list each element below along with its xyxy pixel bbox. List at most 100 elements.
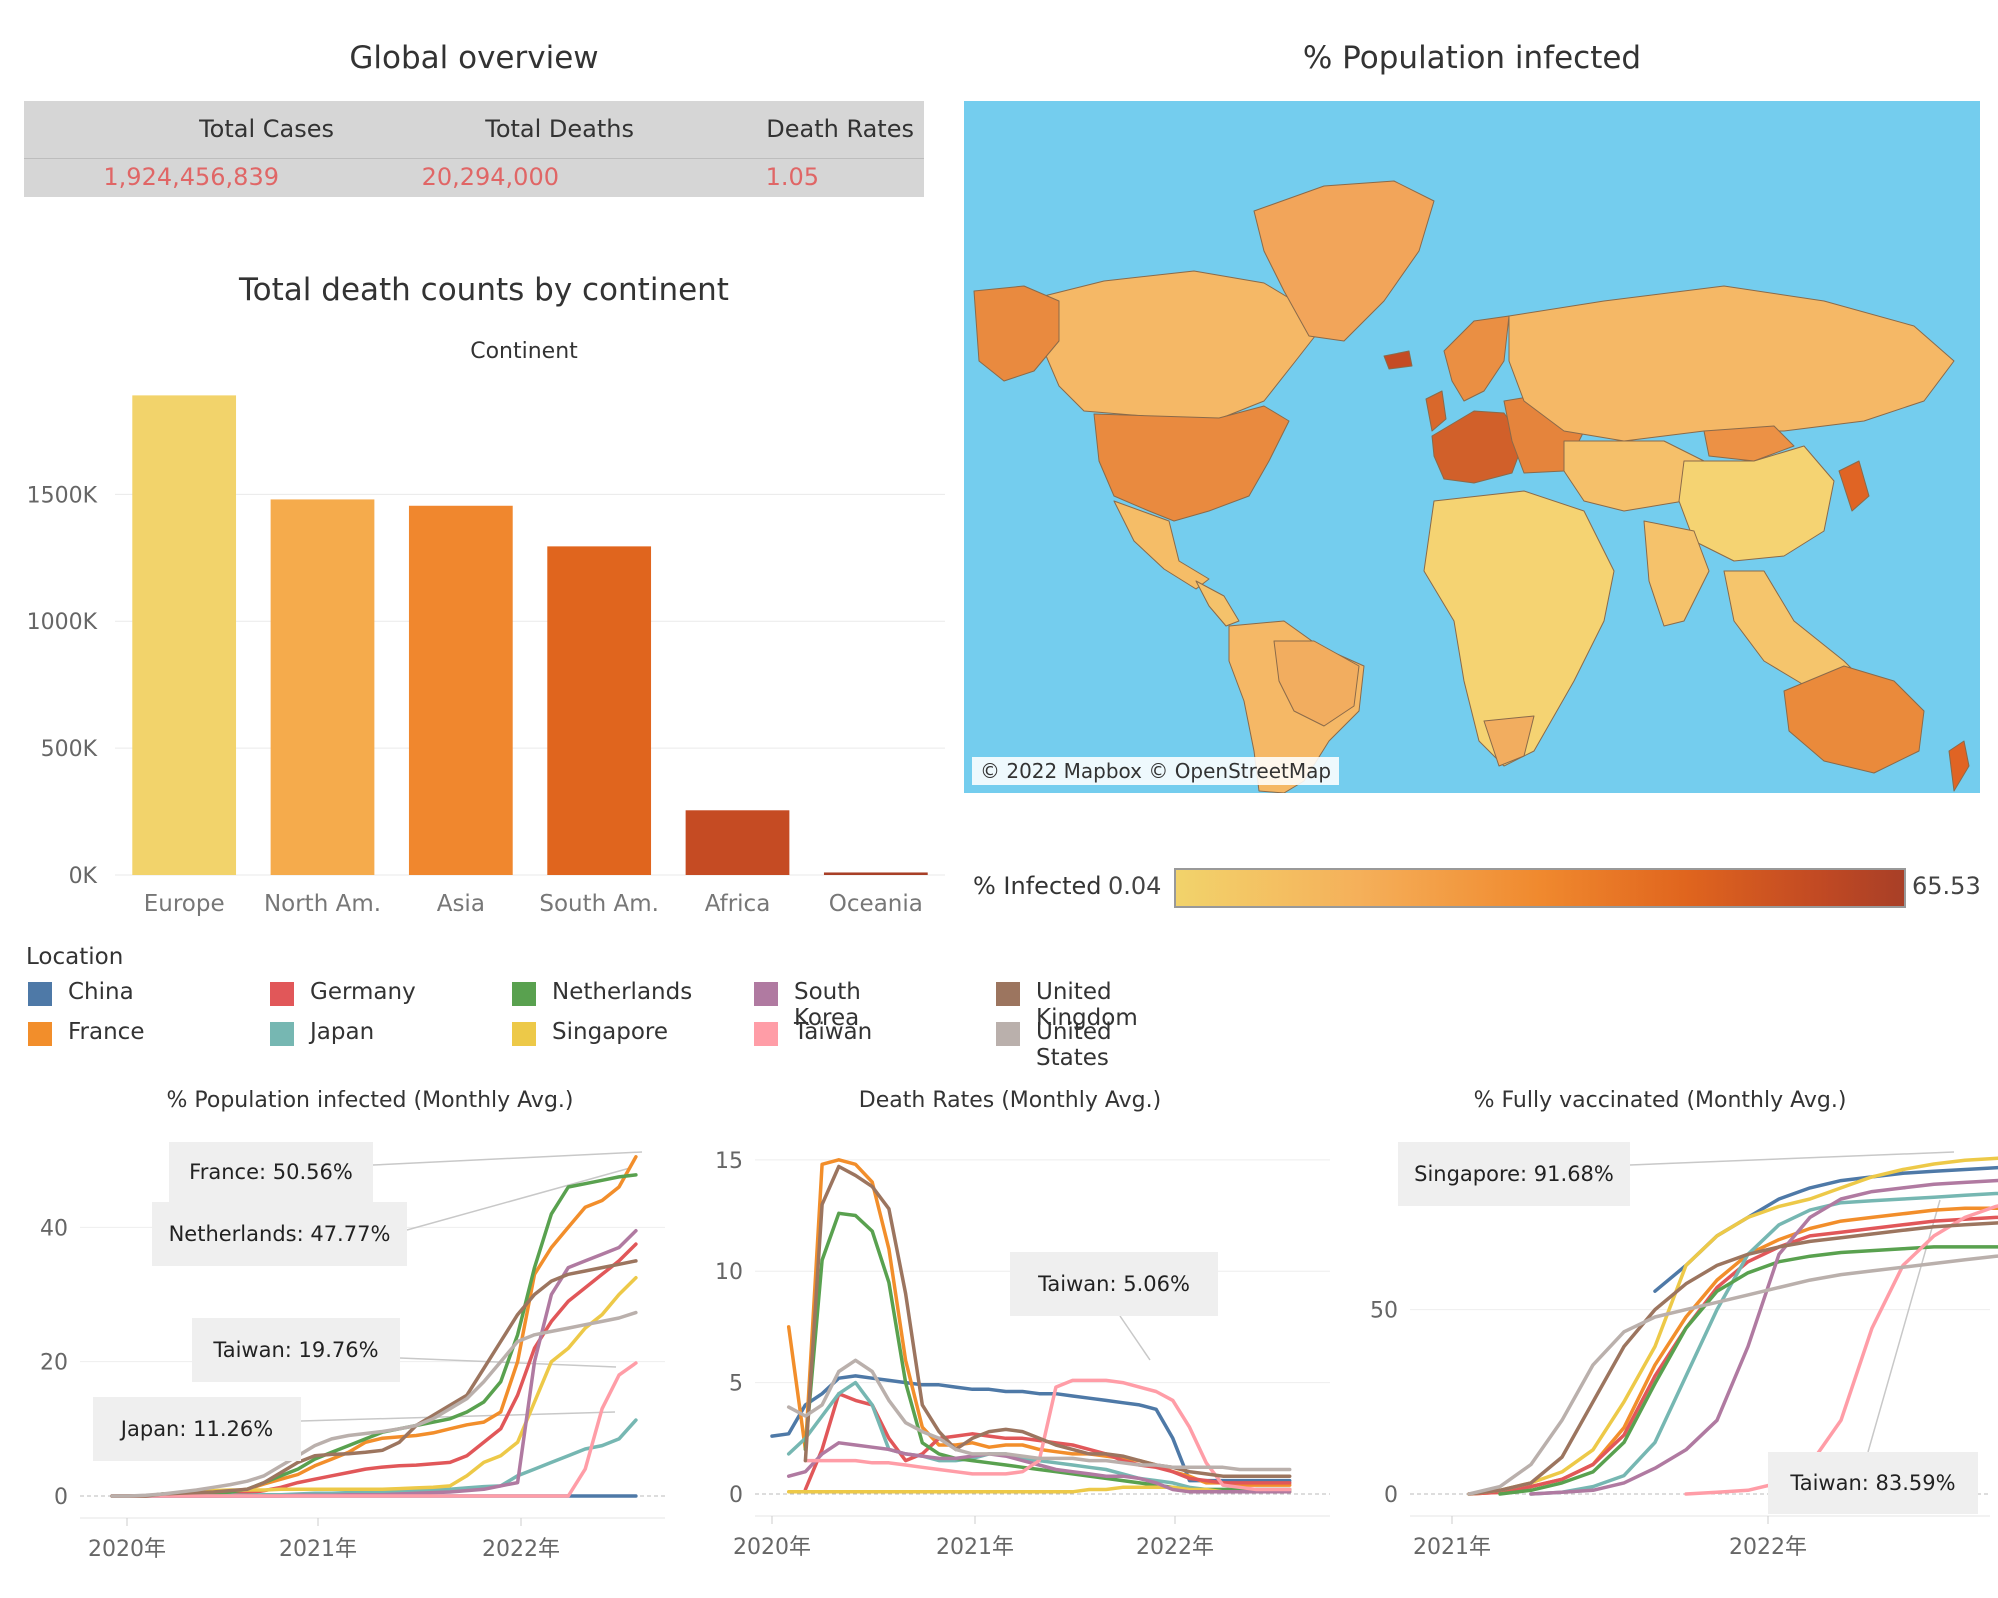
map-australia bbox=[1783, 665, 1925, 774]
annotation-japan: Japan: 11.26% bbox=[93, 1397, 301, 1461]
y-tick-label: 0 bbox=[1384, 1483, 1398, 1508]
map-credit[interactable]: © 2022 Mapbox © OpenStreetMap bbox=[972, 757, 1340, 785]
infected-gradient-bar bbox=[1174, 868, 1906, 908]
death-rates-value: 1.05 bbox=[765, 163, 819, 191]
y-tick-label: 40 bbox=[40, 1216, 68, 1241]
overview-title: Global overview bbox=[349, 40, 599, 76]
annotation-taiwan-death: Taiwan: 5.06% bbox=[1010, 1252, 1218, 1316]
total-deaths-header: Total Deaths bbox=[485, 115, 634, 143]
bar-x-axis-label: Continent bbox=[470, 339, 578, 364]
legend-label-germany[interactable]: Germany bbox=[310, 979, 416, 1005]
map-iceland bbox=[1383, 350, 1413, 370]
map-south-africa bbox=[1483, 715, 1535, 767]
total-cases-header: Total Cases bbox=[199, 115, 334, 143]
vaccinated-chart-title: % Fully vaccinated (Monthly Avg.) bbox=[1473, 1088, 1847, 1113]
bar-y-tick-label: 1000K bbox=[27, 610, 98, 635]
legend-swatch-united-states[interactable] bbox=[996, 1022, 1020, 1046]
legend-swatch-japan[interactable] bbox=[270, 1022, 294, 1046]
legend-swatch-taiwan[interactable] bbox=[754, 1022, 778, 1046]
death-rate-line-chart: 0 5 10 15 2020年 2021年 2022年 bbox=[715, 1149, 1330, 1560]
bar-x-tick-label: North Am. bbox=[264, 891, 381, 917]
y-tick-label: 0 bbox=[729, 1483, 743, 1508]
y-tick-label: 50 bbox=[1370, 1299, 1398, 1324]
legend-swatch-netherlands[interactable] bbox=[512, 982, 536, 1006]
map-uk bbox=[1425, 390, 1447, 432]
total-cases-value: 1,924,456,839 bbox=[103, 163, 279, 191]
bar-south-am bbox=[547, 546, 652, 875]
x-tick-label: 2020年 bbox=[88, 1537, 166, 1562]
map-title: % Population infected bbox=[1302, 40, 1642, 76]
y-tick-label: 5 bbox=[729, 1372, 743, 1397]
map-korea-japan bbox=[1838, 460, 1870, 512]
annotation-leader bbox=[1629, 1151, 1955, 1166]
bar-x-tick-label: South Am. bbox=[539, 891, 659, 917]
map-canada bbox=[1023, 270, 1320, 422]
bar-north-am bbox=[270, 499, 375, 875]
map-central-america bbox=[1195, 580, 1240, 627]
annotation-leader bbox=[406, 1167, 631, 1231]
bar-europe bbox=[132, 395, 237, 875]
bar-x-tick-label: Europe bbox=[144, 891, 225, 917]
line-singapore bbox=[110, 1275, 638, 1498]
map-alaska bbox=[973, 285, 1060, 382]
legend-label-japan[interactable]: Japan bbox=[310, 1019, 374, 1045]
bar-x-tick-label: Asia bbox=[437, 891, 485, 917]
world-map bbox=[973, 180, 1970, 793]
map-new-zealand bbox=[1948, 740, 1970, 792]
x-tick-label: 2021年 bbox=[936, 1535, 1014, 1560]
x-tick-label: 2020年 bbox=[733, 1535, 811, 1560]
legend-swatch-singapore[interactable] bbox=[512, 1022, 536, 1046]
line-singapore bbox=[1467, 1156, 1998, 1496]
x-tick-label: 2021年 bbox=[1413, 1535, 1491, 1560]
legend-swatch-united-kingdom[interactable] bbox=[996, 982, 1020, 1006]
annotation-leader bbox=[1867, 1199, 1941, 1453]
total-deaths-value: 20,294,000 bbox=[421, 163, 559, 191]
legend-label-netherlands[interactable]: Netherlands bbox=[552, 979, 692, 1005]
map-china bbox=[1678, 445, 1835, 562]
line-japan bbox=[1529, 1191, 1998, 1496]
bar-oceania bbox=[823, 872, 928, 875]
legend-swatch-china[interactable] bbox=[28, 982, 52, 1006]
y-tick-label: 15 bbox=[715, 1149, 743, 1174]
legend-label-taiwan[interactable]: Taiwan bbox=[794, 1019, 872, 1045]
bar-y-tick-label: 1500K bbox=[27, 483, 98, 508]
infected-legend-max: 65.53 bbox=[1912, 872, 1981, 900]
legend-label-china[interactable]: China bbox=[68, 979, 134, 1005]
infected-legend-min: 0.04 bbox=[1108, 872, 1162, 900]
bar-africa bbox=[685, 810, 790, 875]
annotation-leader bbox=[1119, 1315, 1151, 1361]
y-tick-label: 10 bbox=[715, 1260, 743, 1285]
bar-asia bbox=[408, 505, 513, 875]
map-russia bbox=[1508, 285, 1955, 442]
map-scandinavia bbox=[1443, 315, 1510, 402]
annotation-taiwan-vaccinated: Taiwan: 83.59% bbox=[1768, 1452, 1978, 1514]
line-france bbox=[786, 1158, 1292, 1487]
bar-x-tick-label: Africa bbox=[705, 891, 771, 917]
legend-swatch-south-korea[interactable] bbox=[754, 982, 778, 1006]
line-south-korea bbox=[1529, 1178, 1998, 1496]
infected-chart-title: % Population infected (Monthly Avg.) bbox=[166, 1088, 574, 1113]
infected-legend-label: % Infected bbox=[973, 872, 1102, 900]
x-tick-label: 2022年 bbox=[1136, 1535, 1214, 1560]
annotation-netherlands: Netherlands: 47.77% bbox=[152, 1202, 407, 1266]
legend-swatch-france[interactable] bbox=[28, 1022, 52, 1046]
bar-chart-title: Total death counts by continent bbox=[239, 272, 729, 308]
overview-table: Total Cases Total Deaths Death Rates 1,9… bbox=[24, 101, 924, 197]
bar-y-tick-label: 500K bbox=[41, 737, 98, 762]
map-usa bbox=[1093, 405, 1290, 522]
death-rate-chart-title: Death Rates (Monthly Avg.) bbox=[858, 1088, 1162, 1113]
legend-label-france[interactable]: France bbox=[68, 1019, 144, 1045]
legend-swatch-germany[interactable] bbox=[270, 982, 294, 1006]
y-tick-label: 0 bbox=[54, 1485, 68, 1510]
legend-label-united-states[interactable]: United States bbox=[1036, 1019, 1112, 1071]
location-legend-title: Location bbox=[26, 944, 124, 970]
x-tick-label: 2022年 bbox=[1729, 1535, 1807, 1560]
bar-y-tick-label: 0K bbox=[69, 864, 98, 889]
line-taiwan bbox=[803, 1378, 1292, 1492]
x-tick-label: 2021年 bbox=[279, 1537, 357, 1562]
choropleth-map[interactable]: © 2022 Mapbox © OpenStreetMap bbox=[964, 101, 1980, 793]
y-tick-label: 20 bbox=[40, 1351, 68, 1376]
bar-chart: Continent 0K 500K 1000K 1500K Europe North Am.… bbox=[27, 339, 945, 917]
annotation-leader bbox=[372, 1151, 643, 1166]
legend-label-singapore[interactable]: Singapore bbox=[552, 1019, 668, 1045]
